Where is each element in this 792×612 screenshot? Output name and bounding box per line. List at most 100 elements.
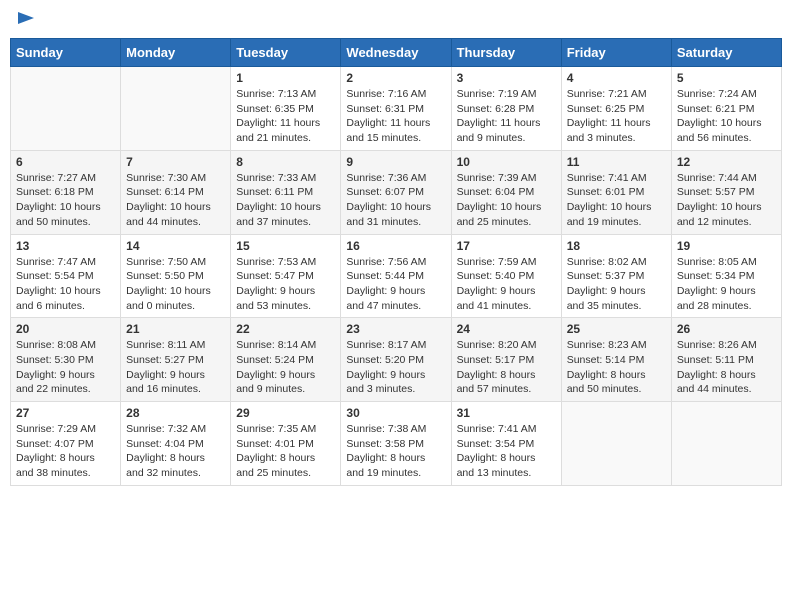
day-info: Sunrise: 7:47 AMSunset: 5:54 PMDaylight:… [16,255,115,314]
day-info: Sunrise: 7:33 AMSunset: 6:11 PMDaylight:… [236,171,335,230]
calendar-cell: 31 Sunrise: 7:41 AMSunset: 3:54 PMDayligh… [451,402,561,486]
day-number: 19 [677,239,776,253]
sunset-text: Sunset: 3:58 PM [346,438,424,450]
day-info: Sunrise: 8:08 AMSunset: 5:30 PMDaylight:… [16,338,115,397]
calendar-cell: 20 Sunrise: 8:08 AMSunset: 5:30 PMDayligh… [11,318,121,402]
day-info: Sunrise: 7:41 AMSunset: 6:01 PMDaylight:… [567,171,666,230]
sunset-text: Sunset: 5:24 PM [236,354,314,366]
day-number: 1 [236,71,335,85]
daylight-text: Daylight: 10 hours and 50 minutes. [16,201,101,228]
calendar-cell: 7Sunrise: 7:30 AMSunset: 6:14 PMDaylight… [121,150,231,234]
calendar-cell: 1Sunrise: 7:13 AMSunset: 6:35 PMDaylight… [231,67,341,151]
calendar-week-row: 1Sunrise: 7:13 AMSunset: 6:35 PMDaylight… [11,67,782,151]
day-number: 21 [126,322,225,336]
sunset-text: Sunset: 6:21 PM [677,103,755,115]
day-number: 20 [16,322,115,336]
day-info: Sunrise: 8:14 AMSunset: 5:24 PMDaylight:… [236,338,335,397]
day-info: Sunrise: 8:05 AMSunset: 5:34 PMDaylight:… [677,255,776,314]
day-number: 9 [346,155,445,169]
calendar-cell: 23Sunrise: 8:17 AMSunset: 5:20 PMDayligh… [341,318,451,402]
day-number: 12 [677,155,776,169]
daylight-text: Daylight: 8 hours and 32 minutes. [126,452,205,479]
calendar-cell: 28Sunrise: 7:32 AMSunset: 4:04 PMDayligh… [121,402,231,486]
sunset-text: Sunset: 5:17 PM [457,354,535,366]
day-number: 10 [457,155,556,169]
day-info: Sunrise: 7:44 AMSunset: 5:57 PMDaylight:… [677,171,776,230]
day-number: 16 [346,239,445,253]
calendar-table: SundayMondayTuesdayWednesdayThursdayFrid… [10,38,782,486]
sunrise-text: Sunrise: 7:38 AM [346,423,426,435]
calendar-cell: 9Sunrise: 7:36 AMSunset: 6:07 PMDaylight… [341,150,451,234]
sunset-text: Sunset: 6:31 PM [346,103,424,115]
calendar-cell: 15Sunrise: 7:53 AMSunset: 5:47 PMDayligh… [231,234,341,318]
day-number: 18 [567,239,666,253]
calendar-cell [561,402,671,486]
sunrise-text: Sunrise: 8:23 AM [567,339,647,351]
sunrise-text: Sunrise: 7:32 AM [126,423,206,435]
daylight-text: Daylight: 11 hours and 21 minutes. [236,117,320,144]
daylight-text: Daylight: 9 hours and 16 minutes. [126,369,205,396]
sunset-text: Sunset: 5:40 PM [457,270,535,282]
day-number: 26 [677,322,776,336]
sunrise-text: Sunrise: 7:50 AM [126,256,206,268]
page-header [10,10,782,30]
sunrise-text: Sunrise: 7:35 AM [236,423,316,435]
day-info: Sunrise: 7:24 AMSunset: 6:21 PMDaylight:… [677,87,776,146]
calendar-cell: 17Sunrise: 7:59 AMSunset: 5:40 PMDayligh… [451,234,561,318]
sunset-text: Sunset: 5:20 PM [346,354,424,366]
sunset-text: Sunset: 5:14 PM [567,354,645,366]
sunset-text: Sunset: 5:57 PM [677,186,755,198]
day-info: Sunrise: 7:41 AMSunset: 3:54 PMDaylight:… [457,422,556,481]
daylight-text: Daylight: 9 hours and 53 minutes. [236,285,315,312]
weekday-header-friday: Friday [561,39,671,67]
day-number: 5 [677,71,776,85]
day-number: 31 [457,406,556,420]
calendar-cell: 27Sunrise: 7:29 AMSunset: 4:07 PMDayligh… [11,402,121,486]
daylight-text: Daylight: 8 hours and 13 minutes. [457,452,536,479]
day-number: 29 [236,406,335,420]
calendar-cell: 19 Sunrise: 8:05 AMSunset: 5:34 PMDayligh… [671,234,781,318]
day-number: 8 [236,155,335,169]
sunset-text: Sunset: 4:01 PM [236,438,314,450]
day-info: Sunrise: 7:21 AMSunset: 6:25 PMDaylight:… [567,87,666,146]
calendar-cell: 26 Sunrise: 8:26 AMSunset: 5:11 PMDayligh… [671,318,781,402]
day-info: Sunrise: 8:02 AMSunset: 5:37 PMDaylight:… [567,255,666,314]
calendar-cell [671,402,781,486]
calendar-cell: 25Sunrise: 8:23 AMSunset: 5:14 PMDayligh… [561,318,671,402]
day-number: 22 [236,322,335,336]
calendar-cell: 6Sunrise: 7:27 AMSunset: 6:18 PMDaylight… [11,150,121,234]
weekday-header-wednesday: Wednesday [341,39,451,67]
sunrise-text: Sunrise: 7:30 AM [126,172,206,184]
day-number: 27 [16,406,115,420]
calendar-week-row: 27Sunrise: 7:29 AMSunset: 4:07 PMDayligh… [11,402,782,486]
sunrise-text: Sunrise: 7:27 AM [16,172,96,184]
sunset-text: Sunset: 5:11 PM [677,354,754,366]
sunset-text: Sunset: 5:47 PM [236,270,314,282]
day-info: Sunrise: 8:26 AMSunset: 5:11 PMDaylight:… [677,338,776,397]
sunrise-text: Sunrise: 7:59 AM [457,256,537,268]
day-info: Sunrise: 7:16 AM Sunset: 6:31 PM Daylight:… [346,87,445,146]
daylight-text: Daylight: 9 hours and 3 minutes. [346,369,425,396]
sunrise-text: Sunrise: 7:16 AM [346,88,426,100]
sunrise-text: Sunrise: 7:53 AM [236,256,316,268]
sunrise-text: Sunrise: 8:11 AM [126,339,205,351]
daylight-text: Daylight: 8 hours and 19 minutes. [346,452,425,479]
daylight-text: Daylight: 9 hours and 22 minutes. [16,369,95,396]
daylight-text: Daylight: 10 hours and 25 minutes. [457,201,542,228]
day-number: 23 [346,322,445,336]
day-info: Sunrise: 7:38 AM Sunset: 3:58 PM Daylight:… [346,422,445,481]
daylight-text: Daylight: 9 hours and 41 minutes. [457,285,536,312]
day-number: 14 [126,239,225,253]
daylight-text: Daylight: 8 hours and 38 minutes. [16,452,95,479]
day-number: 25 [567,322,666,336]
day-info: Sunrise: 7:50 AMSunset: 5:50 PMDaylight:… [126,255,225,314]
day-number: 24 [457,322,556,336]
daylight-text: Daylight: 10 hours and 6 minutes. [16,285,101,312]
calendar-cell: 2Sunrise: 7:16 AMSunset: 6:31 PMDaylight… [341,67,451,151]
day-info: Sunrise: 7:32 AMSunset: 4:04 PMDaylight:… [126,422,225,481]
daylight-text: Daylight: 11 hours and 9 minutes. [457,117,541,144]
sunset-text: Sunset: 6:01 PM [567,186,645,198]
sunset-text: Sunset: 6:25 PM [567,103,645,115]
sunset-text: Sunset: 5:34 PM [677,270,755,282]
daylight-text: Daylight: 11 hours and 15 minutes. [346,117,430,144]
